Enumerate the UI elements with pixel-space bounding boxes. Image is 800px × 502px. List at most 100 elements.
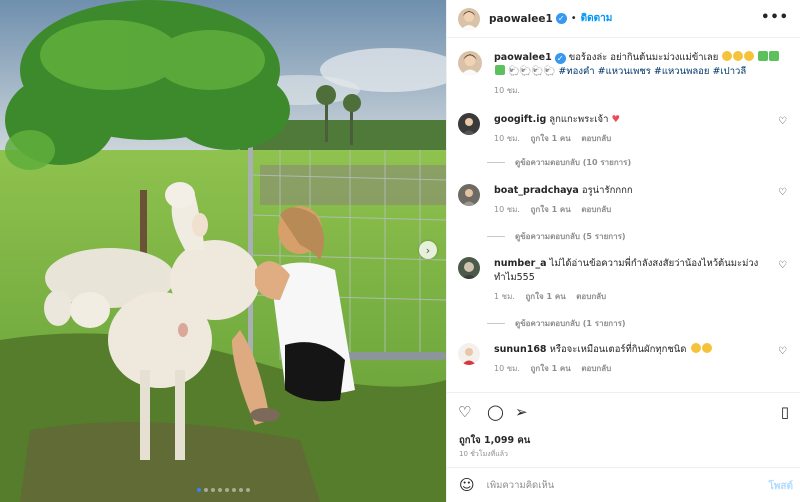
caption-body: paowalee1 ✓ ขอร้องล่ะ อย่ากินต้นมะม่วงแม่… <box>494 51 782 97</box>
comment-username[interactable]: number_a <box>494 258 547 269</box>
green-heart-emoji-icon <box>758 51 769 61</box>
avatar-image <box>458 257 480 279</box>
emoji-picker-icon[interactable]: ☺ <box>459 476 475 494</box>
green-heart-emoji-icon <box>769 51 780 61</box>
caption-text: ขอร้องล่ะ อย่ากินต้นมะม่วงแม่ข้าเลย <box>568 52 719 63</box>
share-icon[interactable]: ➢ <box>515 403 528 421</box>
comment-time: 1 ชม. <box>494 292 515 301</box>
post-image <box>0 0 446 502</box>
reply-button[interactable]: ตอบกลับ <box>581 205 611 214</box>
laughing-emoji-icon <box>744 51 755 61</box>
comment-meta: 1 ชม. ถูกใจ 1 คน ตอบกลับ <box>494 290 782 303</box>
more-options-icon[interactable]: ••• <box>761 10 789 25</box>
laughing-emoji-icon <box>722 51 733 61</box>
carousel-dots <box>0 488 446 492</box>
post-side-panel: paowalee1 ✓ • ติดตาม ••• paowalee1 ✓ ขอร้ <box>446 0 800 502</box>
comment-likes[interactable]: ถูกใจ 1 คน <box>531 205 571 214</box>
like-comment-heart-icon[interactable]: ♡ <box>778 187 787 198</box>
avatar[interactable] <box>458 113 480 135</box>
avatar[interactable] <box>458 257 480 279</box>
post-photo[interactable]: › <box>0 0 446 502</box>
sheep-emoji-icon: 🐑🐑🐑🐑 <box>508 66 556 77</box>
replies-line <box>487 162 505 163</box>
reply-button[interactable]: ตอบกลับ <box>581 134 611 143</box>
comment-text-block: sunun168 หรือจะเหมือนเตอร์ที่กินผักทุกชน… <box>494 343 782 357</box>
comment-username[interactable]: boat_pradchaya <box>494 185 579 196</box>
comment-username[interactable]: sunun168 <box>494 344 547 355</box>
replies-line <box>487 323 505 324</box>
replies-line <box>487 236 505 237</box>
comments-list[interactable]: paowalee1 ✓ ขอร้องล่ะ อย่ากินต้นมะม่วงแม่… <box>447 39 800 391</box>
post-header: paowalee1 ✓ • ติดตาม ••• <box>447 0 800 38</box>
view-replies-button[interactable]: ดูข้อความตอบกลับ (5 รายการ) <box>487 230 626 243</box>
avatar-image <box>458 7 480 30</box>
carousel-dot <box>231 488 236 492</box>
caption-time: 10 ชม. <box>494 86 520 95</box>
next-image-button[interactable]: › <box>419 241 437 259</box>
post-author-username[interactable]: paowalee1 <box>489 13 553 25</box>
verified-badge-icon: ✓ <box>554 53 566 64</box>
carousel-dot <box>196 488 201 492</box>
post-actions-bar: ♡ ◯ ➢ ▯ ถูกใจ 1,099 คน 10 ชั่วโมงที่แล้ว <box>447 392 800 462</box>
avatar-image <box>458 51 482 75</box>
comment-time: 10 ชม. <box>494 364 520 373</box>
like-comment-heart-icon[interactable]: ♡ <box>778 116 787 127</box>
comment-time: 10 ชม. <box>494 134 520 143</box>
carousel-dot <box>210 488 215 492</box>
view-replies-label: ดูข้อความตอบกลับ (5 รายการ) <box>515 232 626 241</box>
comment-body: boat_pradchaya อรูน่ารักกกก 10 ชม. ถูกใจ… <box>494 184 782 216</box>
reply-button[interactable]: ตอบกลับ <box>576 292 606 301</box>
comment-time: 10 ชม. <box>494 205 520 214</box>
comment-meta: 10 ชม. ถูกใจ 1 คน ตอบกลับ <box>494 362 782 375</box>
comment-likes[interactable]: ถูกใจ 1 คน <box>525 292 565 301</box>
laughing-emoji-icon <box>690 343 701 353</box>
comment-text: ลูกแกะพระเจ้า <box>549 114 609 125</box>
comment-body: googift.ig ลูกแกะพระเจ้า ♥ 10 ชม. ถูกใจ … <box>494 113 782 145</box>
comment-likes[interactable]: ถูกใจ 1 คน <box>531 134 571 143</box>
comment-username[interactable]: googift.ig <box>494 114 546 125</box>
separator-dot: • <box>570 13 577 24</box>
carousel-dot <box>245 488 250 492</box>
carousel-dot <box>224 488 229 492</box>
instagram-post-view: › paowalee1 ✓ • ติดตาม ••• paowalee1 ✓ ข… <box>0 0 800 502</box>
comment-text-block: googift.ig ลูกแกะพระเจ้า ♥ <box>494 113 782 127</box>
red-heart-emoji-icon: ♥ <box>611 114 621 125</box>
laughing-emoji-icon <box>701 343 712 353</box>
carousel-dot <box>217 488 222 492</box>
caption-hashtags[interactable]: #ทองคำ #แหวนเพชร #แหวนพลอย #เปาวลี <box>558 66 746 77</box>
avatar-image <box>458 113 480 135</box>
caption-meta: 10 ชม. <box>494 84 782 97</box>
comment-text: อรูน่ารักกกก <box>581 185 633 196</box>
comment-text: หรือจะเหมือนเตอร์ที่กินผักทุกชนิด <box>549 344 687 355</box>
like-comment-heart-icon[interactable]: ♡ <box>778 346 787 357</box>
comment-text-block: boat_pradchaya อรูน่ารักกกก <box>494 184 782 198</box>
view-replies-button[interactable]: ดูข้อความตอบกลับ (1 รายการ) <box>487 317 626 330</box>
comment-body: number_a ไม่ได้อ่านข้อความพี่กำลังสงสัยว… <box>494 257 782 303</box>
avatar[interactable] <box>458 184 480 206</box>
bookmark-icon[interactable]: ▯ <box>781 403 789 421</box>
follow-button[interactable]: ติดตาม <box>581 11 613 26</box>
view-replies-button[interactable]: ดูข้อความตอบกลับ (10 รายการ) <box>487 156 631 169</box>
view-replies-label: ดูข้อความตอบกลับ (10 รายการ) <box>515 158 632 167</box>
carousel-dot <box>238 488 243 492</box>
reply-button[interactable]: ตอบกลับ <box>581 364 611 373</box>
green-heart-emoji-icon <box>495 65 505 75</box>
likes-count[interactable]: ถูกใจ 1,099 คน <box>459 433 530 448</box>
avatar-image <box>458 343 480 365</box>
caption-text-block: paowalee1 ✓ ขอร้องล่ะ อย่ากินต้นมะม่วงแม่… <box>494 51 782 79</box>
heart-icon[interactable]: ♡ <box>458 403 471 421</box>
avatar-image <box>458 184 480 206</box>
comment-likes[interactable]: ถูกใจ 1 คน <box>531 364 571 373</box>
laughing-emoji-icon <box>733 51 744 61</box>
add-comment-input[interactable] <box>486 479 737 491</box>
comment-meta: 10 ชม. ถูกใจ 1 คน ตอบกลับ <box>494 132 782 145</box>
comment-meta: 10 ชม. ถูกใจ 1 คน ตอบกลับ <box>494 203 782 216</box>
post-comment-button[interactable]: โพสต์ <box>768 479 793 494</box>
avatar[interactable] <box>458 51 482 75</box>
like-comment-heart-icon[interactable]: ♡ <box>778 260 787 271</box>
caption-username[interactable]: paowalee1 <box>494 52 552 63</box>
avatar[interactable] <box>458 7 480 30</box>
avatar[interactable] <box>458 343 480 365</box>
comment-icon[interactable]: ◯ <box>487 403 504 421</box>
comment-body: sunun168 หรือจะเหมือนเตอร์ที่กินผักทุกชน… <box>494 343 782 375</box>
